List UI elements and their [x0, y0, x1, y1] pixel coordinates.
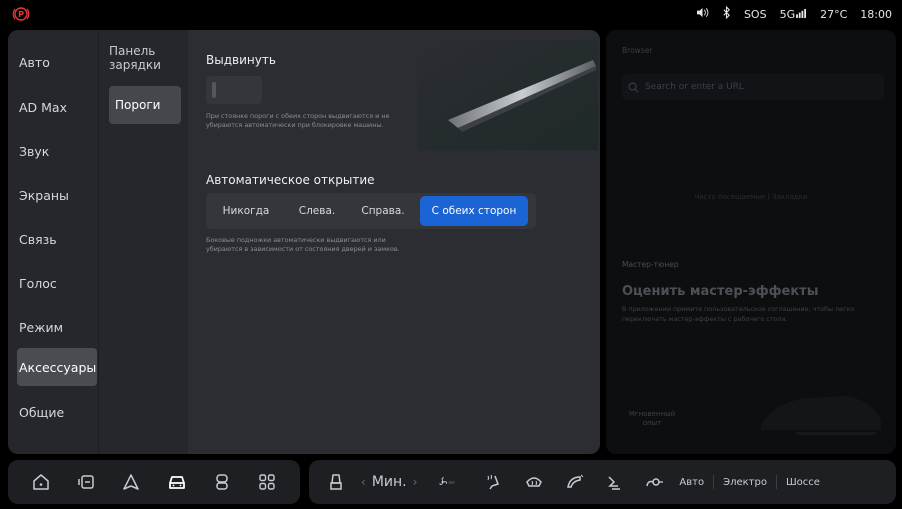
nav-item-label: Аксессуары [19, 359, 97, 375]
nav-item-label: Связь [19, 231, 57, 247]
nav-item-mode[interactable]: Режим [8, 305, 98, 349]
content-area: Выдвинуть При стоянке пороги с обеих сто… [188, 30, 600, 454]
subnav-item-label: Пороги [115, 98, 161, 112]
fan-off-icon[interactable]: OFF [431, 471, 465, 493]
clock: 18:00 [860, 7, 892, 21]
drive-mode-electric[interactable]: Электро [723, 477, 767, 488]
nav-item-label: Голос [19, 275, 57, 291]
search-icon [628, 82, 639, 92]
status-bar: P SOS 5G 27°C 18:00 [0, 0, 902, 28]
settings-panel: Авто AD Max Звук Экраны Связь Голос Режи… [8, 30, 600, 454]
fan-increase-button[interactable]: › [413, 475, 418, 489]
master-tuner-description: В приложении примите пользовательское со… [622, 305, 855, 323]
nav-item-label: AD Max [19, 99, 67, 115]
browser-label: Browser [622, 46, 653, 55]
bluetooth-icon[interactable] [722, 5, 731, 22]
network-indicator: 5G [780, 8, 808, 21]
auto-open-title: Автоматическое открытие [206, 173, 375, 187]
instant-experience-button[interactable]: Мгновенный опыт [622, 410, 682, 428]
auto-open-segmented-control: Никогда Слева. Справа. С обеих сторон [206, 193, 536, 229]
nav-item-label: Авто [19, 54, 50, 70]
url-search-input[interactable]: Search or enter a URL [622, 74, 884, 100]
seat-icon[interactable] [211, 471, 233, 493]
subnav-item-charging-panel[interactable]: Панель зарядки [109, 44, 181, 72]
nav-item-screens[interactable]: Экраны [8, 173, 98, 217]
secondary-nav: Панель зарядки Пороги [98, 30, 188, 454]
fan-off-label: OFF [449, 481, 455, 485]
fan-speed-control: ‹ Мин. › [361, 474, 417, 490]
fan-decrease-button[interactable]: ‹ [361, 475, 366, 489]
sos-indicator[interactable]: SOS [744, 8, 767, 21]
quick-links: Часто посещаемые | Закладки [694, 193, 808, 201]
app-dock [8, 460, 300, 504]
signal-icon [796, 8, 807, 18]
drive-mode-auto[interactable]: Авто [679, 477, 704, 488]
nav-item-label: Общие [19, 404, 65, 420]
subnav-item-thresholds[interactable]: Пороги [109, 86, 181, 124]
divider [775, 475, 777, 489]
seat-occupant-icon[interactable] [325, 471, 347, 493]
extend-toggle[interactable] [206, 76, 262, 104]
nav-item-voice[interactable]: Голос [8, 261, 98, 305]
auto-open-hint: Боковые подножки автоматически выдвигают… [206, 236, 400, 253]
car-icon[interactable] [166, 471, 188, 493]
airflow-icon[interactable] [603, 471, 625, 493]
primary-nav: Авто AD Max Звук Экраны Связь Голос Режи… [8, 30, 98, 454]
toggle-knob [212, 82, 216, 98]
nav-item-label: Экраны [19, 187, 69, 203]
car-silhouette-image [761, 396, 881, 435]
nav-item-label: Режим [19, 319, 64, 335]
steering-heat-icon[interactable] [643, 471, 665, 493]
navigation-icon[interactable] [120, 471, 142, 493]
master-tuner-label: Мастер-тюнер [622, 260, 679, 269]
segment-both-sides[interactable]: С обеих сторон [420, 196, 528, 226]
extend-title: Выдвинуть [206, 53, 276, 67]
browser-card[interactable]: Browser Search or enter a URL Часто посе… [606, 30, 896, 454]
front-defrost-icon[interactable] [523, 471, 545, 493]
segment-right[interactable]: Справа. [348, 196, 418, 226]
drive-mode-highway[interactable]: Шоссе [786, 477, 820, 488]
master-tuner-title: Оценить мастер-эффекты [622, 284, 819, 299]
seat-heat-icon[interactable] [483, 471, 505, 493]
segment-left[interactable]: Слева. [286, 196, 348, 226]
segment-never[interactable]: Никогда [206, 196, 286, 226]
subnav-item-label: Панель зарядки [109, 44, 161, 72]
running-board-illustration [418, 40, 598, 150]
nav-item-auto[interactable]: Авто [8, 40, 98, 84]
fan-speed-label: Мин. [371, 474, 407, 490]
apps-grid-icon[interactable] [256, 471, 278, 493]
divider [713, 475, 715, 489]
p-circle-warning-icon: P [12, 5, 30, 23]
nav-item-sound[interactable]: Звук [8, 129, 98, 173]
nav-item-accessories[interactable]: Аксессуары [17, 348, 97, 386]
network-label: 5G [779, 7, 796, 21]
media-icon[interactable] [75, 471, 97, 493]
speaker-icon[interactable] [696, 7, 709, 21]
temperature: 27°C [820, 7, 848, 21]
rear-defrost-icon[interactable] [563, 471, 585, 493]
home-icon[interactable] [30, 471, 52, 493]
nav-item-general[interactable]: Общие [8, 390, 98, 434]
climate-dock: ‹ Мин. › OFF Авто Электро Шоссе [309, 460, 896, 504]
nav-item-label: Звук [19, 143, 50, 159]
nav-item-connection[interactable]: Связь [8, 217, 98, 261]
svg-text:P: P [18, 10, 24, 19]
search-placeholder: Search or enter a URL [645, 82, 744, 92]
nav-item-ad-max[interactable]: AD Max [8, 85, 98, 129]
extend-hint: При стоянке пороги с обеих сторон выдвиг… [206, 112, 390, 129]
